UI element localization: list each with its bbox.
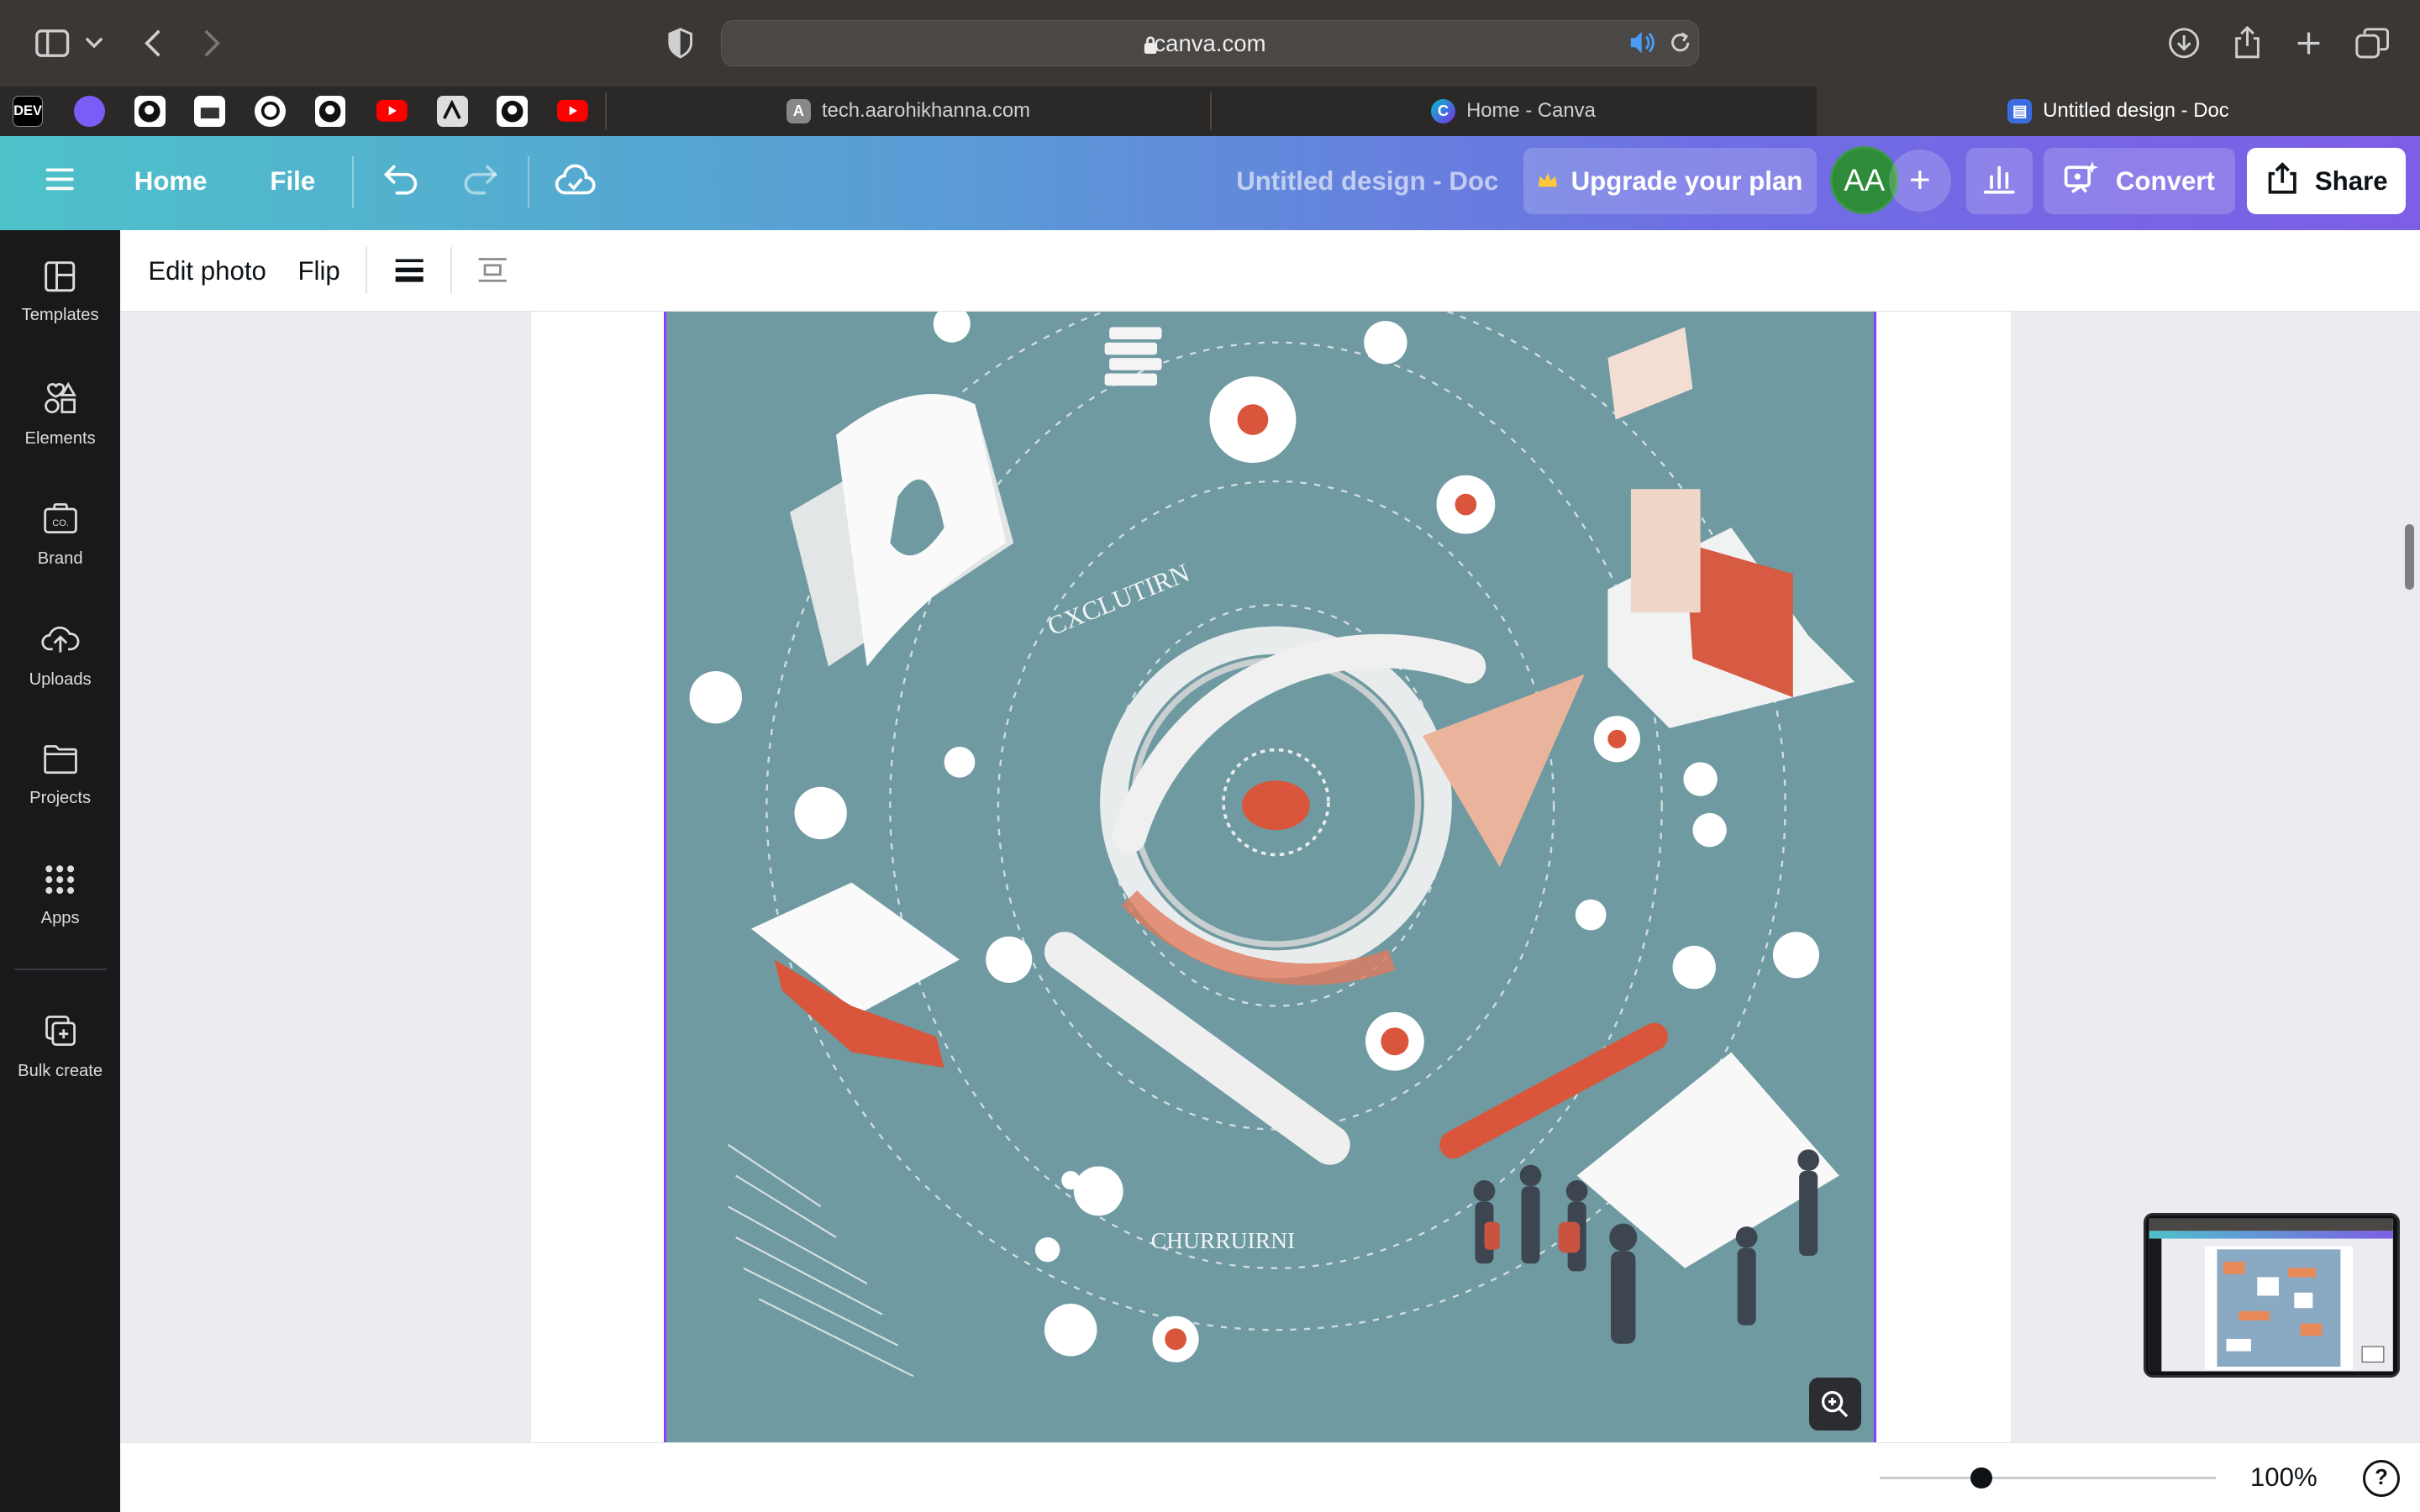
header-divider: [528, 155, 529, 208]
sidebar-item-label: Bulk create: [18, 1062, 103, 1081]
file-menu-button[interactable]: File: [270, 166, 315, 197]
cloud-saved-icon[interactable]: [554, 160, 597, 207]
new-tab-icon[interactable]: [2291, 24, 2328, 61]
chevron-down-icon[interactable]: [81, 24, 108, 61]
privacy-shield-icon[interactable]: [662, 24, 699, 61]
bar-chart-icon: [1982, 161, 2016, 202]
convert-button[interactable]: Convert: [2043, 148, 2235, 215]
downloads-icon[interactable]: [2165, 24, 2202, 61]
page-thumbnail[interactable]: [2144, 1212, 2401, 1378]
menu-icon[interactable]: [43, 164, 76, 202]
brand-icon: CO.: [42, 500, 79, 542]
selected-illustration[interactable]: CXCLUTIRN CHURRUIRNI: [663, 312, 1877, 1443]
edit-photo-button[interactable]: Edit photo: [148, 256, 266, 286]
reload-icon[interactable]: [1668, 30, 1692, 61]
vertical-scrollbar[interactable]: [2404, 524, 2414, 590]
help-button[interactable]: ?: [2362, 1459, 2401, 1497]
flip-button[interactable]: Flip: [297, 256, 339, 286]
toolbar-divider: [450, 246, 453, 293]
sidebar-item-label: Apps: [40, 909, 80, 928]
zoom-in-icon[interactable]: [1808, 1378, 1862, 1431]
share-button[interactable]: Share: [2247, 148, 2407, 215]
sidebar-item-brand[interactable]: CO. Brand: [0, 500, 120, 569]
tab-home-canva[interactable]: C Home - Canva: [1212, 87, 1815, 136]
favorite-dev-icon[interactable]: DEV: [12, 95, 44, 127]
svg-text:CO.: CO.: [52, 518, 69, 528]
sidebar-item-apps[interactable]: Apps: [0, 863, 120, 929]
sidebar-item-label: Templates: [21, 306, 99, 325]
cloud-upload-icon: [40, 620, 81, 662]
avatar[interactable]: AA: [1830, 146, 1899, 215]
illustration-caption-bottom: CHURRUIRNI: [1150, 1227, 1294, 1253]
thumbnail-artwork: [2149, 1218, 2394, 1372]
url-text: canva.com: [1154, 29, 1266, 56]
context-toolbar: [120, 229, 2420, 312]
sidebar-item-templates[interactable]: Templates: [0, 260, 120, 326]
audio-playing-icon[interactable]: [1629, 30, 1657, 61]
favorite-openai-icon[interactable]: [255, 95, 286, 127]
sidebar-divider: [13, 969, 107, 971]
sidebar-item-label: Elements: [24, 429, 96, 449]
favorite-youtube-icon[interactable]: [376, 96, 408, 127]
home-button[interactable]: Home: [134, 166, 208, 197]
favorite-icon[interactable]: [74, 95, 105, 127]
upgrade-label: Upgrade your plan: [1570, 165, 1803, 196]
position-icon[interactable]: [476, 255, 509, 292]
favorite-github-icon[interactable]: [314, 95, 346, 127]
tab-label: Home - Canva: [1466, 99, 1596, 123]
upgrade-plan-button[interactable]: Upgrade your plan: [1523, 148, 1817, 215]
favorite-doc-icon[interactable]: [194, 95, 226, 127]
illustration-artwork: CXCLUTIRN CHURRUIRNI: [666, 312, 1874, 1443]
doc-favicon: ▤: [2007, 98, 2033, 123]
toolbar-divider: [366, 246, 368, 293]
undo-icon[interactable]: [381, 162, 422, 206]
sidebar-item-projects[interactable]: Projects: [0, 742, 120, 808]
sidebar-item-uploads[interactable]: Uploads: [0, 620, 120, 689]
sidebar-item-label: Projects: [29, 789, 92, 808]
forward-icon[interactable]: [193, 24, 230, 61]
sidebar-item-elements[interactable]: Elements: [0, 380, 120, 449]
tab-label: tech.aarohikhanna.com: [821, 99, 1030, 123]
invite-plus-icon[interactable]: +: [1889, 150, 1951, 212]
zoom-slider[interactable]: [1880, 1476, 2217, 1480]
crown-icon: [1537, 166, 1559, 197]
back-icon[interactable]: [134, 24, 171, 61]
tab-aarohikhanna[interactable]: A tech.aarohikhanna.com: [607, 87, 1210, 136]
folder-icon: [42, 742, 79, 780]
tab-untitled-design[interactable]: ▤ Untitled design - Doc: [1816, 86, 2420, 136]
address-bar[interactable]: canva.com: [720, 19, 1700, 66]
border-style-icon[interactable]: [392, 255, 426, 292]
favorite-notion-icon[interactable]: [436, 95, 468, 127]
header-divider: [351, 155, 354, 208]
share-sheet-icon[interactable]: [2228, 24, 2265, 61]
analytics-button[interactable]: [1965, 148, 2033, 215]
upload-share-icon: [2265, 161, 2299, 202]
zoom-percentage[interactable]: 100%: [2250, 1462, 2317, 1493]
bulk-create-icon: [42, 1012, 79, 1054]
sidebar-toggle-icon[interactable]: [34, 24, 71, 61]
canva-favicon: C: [1430, 98, 1456, 123]
magic-convert-icon: [2063, 160, 2100, 203]
share-label: Share: [2314, 165, 2388, 196]
redo-icon[interactable]: [460, 162, 500, 206]
templates-icon: [43, 260, 76, 298]
favorite-github-icon[interactable]: [134, 95, 166, 127]
tab-overview-icon[interactable]: [2354, 24, 2391, 61]
tab-favicon: A: [786, 98, 812, 123]
sidebar-item-bulk-create[interactable]: Bulk create: [0, 1012, 120, 1081]
document-title[interactable]: Untitled design - Doc: [1236, 166, 1498, 197]
favorite-github-icon[interactable]: [497, 95, 529, 127]
sidebar-item-label: Brand: [37, 549, 83, 569]
convert-label: Convert: [2115, 165, 2215, 196]
sidebar-item-label: Uploads: [29, 669, 92, 689]
tab-label: Untitled design - Doc: [2043, 99, 2229, 123]
elements-icon: [42, 380, 79, 422]
apps-grid-icon: [43, 863, 76, 901]
favorite-youtube-icon[interactable]: [557, 96, 588, 127]
